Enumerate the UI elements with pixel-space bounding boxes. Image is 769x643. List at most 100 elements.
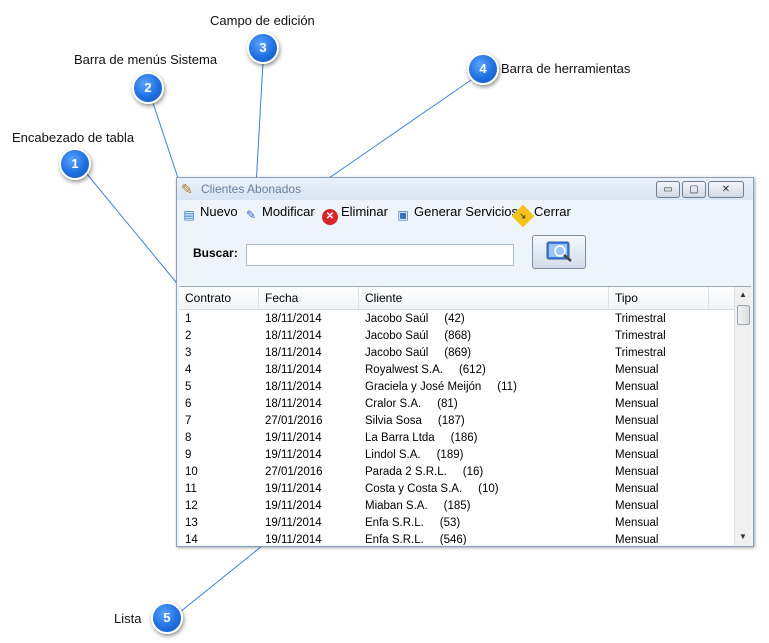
delete-icon: ✕ xyxy=(322,209,338,225)
table-cell-fecha: 18/11/2014 xyxy=(265,364,322,376)
table-cell-tipo: Mensual xyxy=(615,364,659,376)
table-cell-fecha: 19/11/2014 xyxy=(265,432,322,444)
table-cell-contrato: 9 xyxy=(185,449,192,461)
callout-line-2 xyxy=(151,99,179,179)
callout-label-3: Campo de edición xyxy=(210,13,315,28)
table-cell-cliente: Cralor S.A. (81) xyxy=(365,398,458,410)
table-cell-cliente: Lindol S.A. (189) xyxy=(365,449,464,461)
title-bar[interactable]: ✎ Clientes Abonados ▭ ▢ ✕ xyxy=(177,178,753,200)
table-cell-contrato: 2 xyxy=(185,330,192,342)
table-row[interactable]: 11 19/11/2014 Costa y Costa S.A. (10) Mensu… xyxy=(179,481,735,498)
table-rows: 1 18/11/2014 Jacobo Saúl (42) Trimestral 2 18… xyxy=(179,311,735,545)
table-cell-fecha: 18/11/2014 xyxy=(265,347,322,359)
table-cell-contrato: 3 xyxy=(185,347,192,359)
table-header: Contrato Fecha Cliente Tipo xyxy=(179,287,735,310)
generate-services-button[interactable]: ▣ Generar Servicios xyxy=(395,204,518,224)
callout-label-4: Barra de herramientas xyxy=(501,61,631,76)
new-button[interactable]: ▤ Nuevo xyxy=(181,204,238,224)
table-cell-tipo: Mensual xyxy=(615,381,659,393)
close-sign-icon: ➜ xyxy=(511,204,535,228)
scroll-thumb[interactable] xyxy=(737,305,750,325)
callout-label-1: Encabezado de tabla xyxy=(12,130,135,145)
close-toolbar-button[interactable]: ➜ Cerrar xyxy=(511,204,571,228)
table-cell-cliente: Graciela y José Meijón (11) xyxy=(365,381,517,393)
minimize-button[interactable]: ▭ xyxy=(656,181,680,198)
table-cell-tipo: Mensual xyxy=(615,415,659,427)
scroll-up-icon[interactable]: ▲ xyxy=(735,287,751,303)
table-row[interactable]: 14 19/11/2014 Enfa S.R.L. (546) Mensual xyxy=(179,532,735,545)
table-cell-cliente: La Barra Ltda (186) xyxy=(365,432,478,444)
table-cell-cliente: Jacobo Saúl (42) xyxy=(365,313,465,325)
table-cell-fecha: 27/01/2016 xyxy=(265,415,323,427)
table-cell-cliente: Silvia Sosa (187) xyxy=(365,415,465,427)
table-row[interactable]: 9 19/11/2014 Lindol S.A. (189) Mensual xyxy=(179,447,735,464)
table-cell-tipo: Mensual xyxy=(615,483,659,495)
table-cell-fecha: 18/11/2014 xyxy=(265,381,322,393)
delete-button-label: Eliminar xyxy=(341,204,388,219)
table-row[interactable]: 10 27/01/2016 Parada 2 S.R.L. (16) Mensual xyxy=(179,464,735,481)
clients-list[interactable]: Contrato Fecha Cliente Tipo 1 18/11/2014 J… xyxy=(179,286,751,545)
search-button[interactable] xyxy=(532,235,586,269)
table-row[interactable]: 12 19/11/2014 Miaban S.A. (185) Mensual xyxy=(179,498,735,515)
table-row[interactable]: 6 18/11/2014 Cralor S.A. (81) Mensual xyxy=(179,396,735,413)
table-cell-tipo: Mensual xyxy=(615,432,659,444)
table-row[interactable]: 2 18/11/2014 Jacobo Saúl (868) Trimestral xyxy=(179,328,735,345)
table-cell-contrato: 8 xyxy=(185,432,192,444)
table-cell-tipo: Mensual xyxy=(615,449,659,461)
table-cell-tipo: Mensual xyxy=(615,534,659,545)
table-cell-tipo: Mensual xyxy=(615,466,659,478)
table-row[interactable]: 13 19/11/2014 Enfa S.R.L. (53) Mensual xyxy=(179,515,735,532)
column-header-cliente[interactable]: Cliente xyxy=(359,287,609,309)
close-toolbar-label: Cerrar xyxy=(534,204,571,219)
table-cell-cliente: Enfa S.R.L. (546) xyxy=(365,534,467,545)
table-row[interactable]: 3 18/11/2014 Jacobo Saúl (869) Trimestral xyxy=(179,345,735,362)
table-cell-tipo: Mensual xyxy=(615,500,659,512)
pencil-icon: ✎ xyxy=(181,181,193,197)
table-row[interactable]: 5 18/11/2014 Graciela y José Meijón (11) Me… xyxy=(179,379,735,396)
callout-line-5 xyxy=(179,545,263,613)
vertical-scrollbar[interactable]: ▲ ▼ xyxy=(734,287,751,545)
table-row[interactable]: 7 27/01/2016 Silvia Sosa (187) Mensual xyxy=(179,413,735,430)
table-cell-fecha: 27/01/2016 xyxy=(265,466,323,478)
scroll-down-icon[interactable]: ▼ xyxy=(735,529,751,545)
callout-badge-1: 1 xyxy=(59,148,91,180)
table-cell-fecha: 19/11/2014 xyxy=(265,483,322,495)
table-cell-fecha: 19/11/2014 xyxy=(265,534,322,545)
callout-badge-2: 2 xyxy=(132,72,164,104)
table-cell-cliente: Jacobo Saúl (869) xyxy=(365,347,472,359)
table-cell-cliente: Jacobo Saúl (868) xyxy=(365,330,472,342)
table-cell-cliente: Miaban S.A. (185) xyxy=(365,500,471,512)
callout-label-5: Lista xyxy=(114,611,142,626)
window-title: Clientes Abonados xyxy=(201,182,302,196)
table-cell-contrato: 14 xyxy=(185,534,198,545)
table-row[interactable]: 1 18/11/2014 Jacobo Saúl (42) Trimestral xyxy=(179,311,735,328)
maximize-button[interactable]: ▢ xyxy=(682,181,706,198)
table-cell-contrato: 12 xyxy=(185,500,198,512)
table-cell-contrato: 5 xyxy=(185,381,192,393)
table-cell-contrato: 1 xyxy=(185,313,192,325)
table-row[interactable]: 8 19/11/2014 La Barra Ltda (186) Mensual xyxy=(179,430,735,447)
table-cell-cliente: Royalwest S.A. (612) xyxy=(365,364,486,376)
table-cell-fecha: 19/11/2014 xyxy=(265,517,322,529)
new-document-icon: ▤ xyxy=(183,208,195,222)
table-cell-contrato: 13 xyxy=(185,517,198,529)
table-row[interactable]: 4 18/11/2014 Royalwest S.A. (612) Mensual xyxy=(179,362,735,379)
search-label: Buscar: xyxy=(193,246,238,260)
column-header-tipo[interactable]: Tipo xyxy=(609,287,709,309)
close-button[interactable]: ✕ xyxy=(708,181,744,198)
search-icon xyxy=(546,241,572,262)
callout-line-1 xyxy=(81,167,181,288)
table-cell-tipo: Mensual xyxy=(615,398,659,410)
table-cell-contrato: 4 xyxy=(185,364,192,376)
table-cell-contrato: 7 xyxy=(185,415,192,427)
column-header-fecha[interactable]: Fecha xyxy=(259,287,359,309)
search-input[interactable] xyxy=(246,244,514,266)
column-header-contrato[interactable]: Contrato xyxy=(179,287,259,309)
edit-button[interactable]: ✎ Modificar xyxy=(243,204,315,224)
generate-services-label: Generar Servicios xyxy=(414,204,519,219)
table-cell-contrato: 10 xyxy=(185,466,198,478)
delete-button[interactable]: ✕ Eliminar xyxy=(322,204,388,225)
table-cell-tipo: Trimestral xyxy=(615,313,666,325)
new-button-label: Nuevo xyxy=(200,204,238,219)
callout-badge-5: 5 xyxy=(151,602,183,634)
